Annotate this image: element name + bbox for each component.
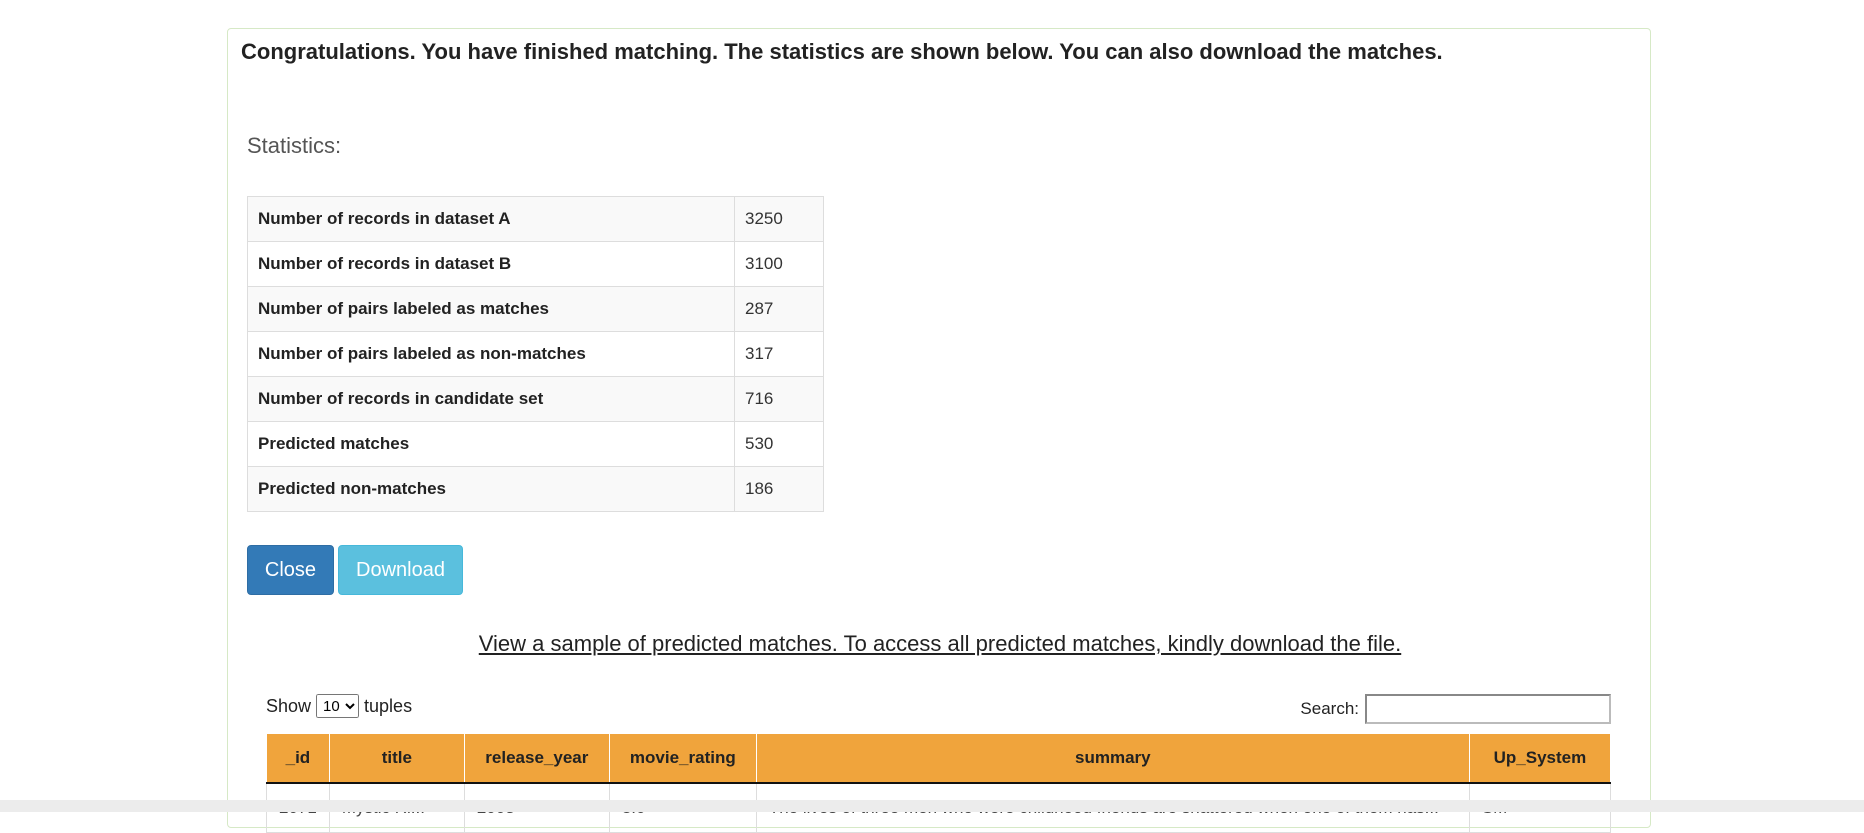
column-header-up-system[interactable]: Up_System (1468, 733, 1612, 784)
stats-value: 530 (734, 421, 824, 467)
stats-row: Number of pairs labeled as matches 287 (247, 286, 824, 332)
stats-row: Number of records in candidate set 716 (247, 376, 824, 422)
close-button[interactable]: Close (247, 545, 334, 595)
page-length-select[interactable]: 10 (316, 694, 360, 718)
stats-row: Number of records in dataset A 3250 (247, 196, 824, 242)
statistics-table: Number of records in dataset A 3250 Numb… (247, 196, 824, 512)
completion-message: Congratulations. You have finished match… (241, 39, 1443, 64)
stats-value: 287 (734, 286, 824, 332)
stats-label: Number of records in candidate set (247, 376, 735, 422)
stats-label: Number of pairs labeled as non-matches (247, 331, 735, 377)
stats-label: Number of pairs labeled as matches (247, 286, 735, 332)
horizontal-scrollbar[interactable] (0, 800, 1864, 812)
stats-row: Predicted matches 530 (247, 421, 824, 467)
column-header-id[interactable]: _id (266, 733, 330, 784)
stats-value: 317 (734, 331, 824, 377)
stats-value: 3250 (734, 196, 824, 242)
column-header-release-year[interactable]: release_year (463, 733, 610, 784)
column-header-movie-rating[interactable]: movie_rating (608, 733, 757, 784)
stats-row: Number of records in dataset B 3100 (247, 241, 824, 287)
stats-row: Predicted non-matches 186 (247, 466, 824, 512)
column-header-summary[interactable]: summary (755, 733, 1470, 784)
stats-value: 186 (734, 466, 824, 512)
tuples-label: tuples (364, 695, 413, 716)
stats-value: 716 (734, 376, 824, 422)
stats-row: Number of pairs labeled as non-matches 3… (247, 331, 824, 377)
search-label: Search: (1300, 699, 1359, 718)
page-length-control: Show 10 tuples (266, 694, 412, 718)
column-header-title[interactable]: title (328, 733, 465, 784)
results-panel: Congratulations. You have finished match… (227, 28, 1652, 833)
table-header-row: _id title release_year movie_rating summ… (266, 733, 1612, 784)
stats-label: Predicted matches (247, 421, 735, 467)
statistics-heading: Statistics: (247, 133, 342, 158)
predicted-matches-table: _id title release_year movie_rating summ… (266, 733, 1612, 833)
sample-matches-link[interactable]: View a sample of predicted matches. To a… (228, 631, 1652, 657)
search-control: Search: (1300, 694, 1611, 724)
show-label: Show (266, 695, 312, 716)
stats-value: 3100 (734, 241, 824, 287)
stats-label: Number of records in dataset A (247, 196, 735, 242)
search-input[interactable] (1365, 694, 1611, 724)
download-button[interactable]: Download (338, 545, 463, 595)
stats-label: Predicted non-matches (247, 466, 735, 512)
stats-label: Number of records in dataset B (247, 241, 735, 287)
